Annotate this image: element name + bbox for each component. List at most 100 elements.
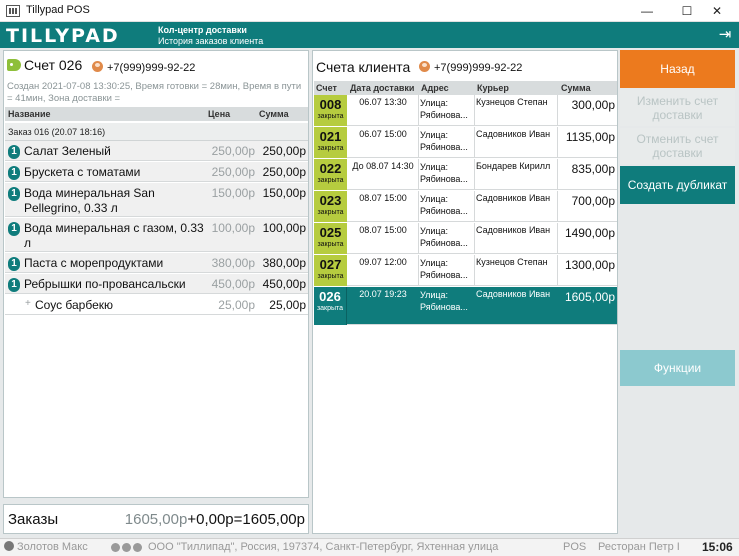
bill-row[interactable]: 008 закрыта 06.07 13:30 Улица: Рябинова..…	[314, 95, 617, 126]
bill-sum: 835,00р	[571, 162, 615, 176]
cancel-bill-button[interactable]: Отменить счет доставки	[620, 128, 735, 164]
item-sum: 380,00р	[262, 256, 306, 270]
qty-badge: 1	[8, 278, 20, 292]
qty-badge: 1	[8, 257, 20, 271]
item-name: Ребрышки по-провансальски	[24, 277, 186, 291]
bill-courier: Садовников Иван	[476, 289, 551, 299]
bill-number-cell: 023 закрыта	[314, 191, 347, 222]
bill-address: Улица: Рябинова...	[420, 290, 468, 312]
item-sum: 100,00р	[262, 221, 306, 235]
order-item-row[interactable]: 1 Паста с морепродуктами 380,00р 380,00р	[5, 253, 308, 273]
client-phone: +7(999)999-92-22	[419, 61, 522, 74]
bill-address: Улица: Рябинова...	[420, 194, 468, 216]
bill-number-cell: 026 закрыта	[314, 287, 347, 325]
col-sum: Сумма	[561, 83, 591, 93]
order-item-row[interactable]: 1 Вода минеральная с газом, 0.33 л 100,0…	[5, 218, 308, 252]
bill-row[interactable]: 025 закрыта 08.07 15:00 Улица: Рябинова..…	[314, 223, 617, 254]
item-name: Вода минеральная с газом, 0.33 л	[24, 221, 204, 250]
bill-address: Улица: Рябинова...	[420, 226, 468, 248]
modifier-row[interactable]: + Соус барбекю 25,00р 25,00р	[5, 295, 308, 315]
orders-total-label: Заказы	[8, 511, 59, 528]
modifier-plus-icon: +	[25, 298, 31, 309]
bill-row[interactable]: 027 закрыта 09.07 12:00 Улица: Рябинова..…	[314, 255, 617, 286]
item-name: Брускета с томатами	[24, 165, 141, 179]
main-area: Счет 026 +7(999)999-92-22 Создан 2021-07…	[0, 48, 739, 538]
client-bills-title: Счета клиента	[316, 59, 411, 75]
modifier-sum: 25,00р	[269, 298, 306, 312]
order-item-row[interactable]: 1 Вода минеральная San Pellegrino, 0.33 …	[5, 183, 308, 217]
bill-row[interactable]: 022 закрыта До 08.07 14:30 Улица: Рябинов…	[314, 159, 617, 190]
item-name: Вода минеральная San Pellegrino, 0.33 л	[24, 186, 155, 215]
clock: 15:06	[702, 540, 733, 554]
bill-number-cell: 027 закрыта	[314, 255, 347, 286]
item-sum: 250,00р	[262, 144, 306, 158]
item-sum: 450,00р	[262, 277, 306, 291]
bill-title: Счет 026	[7, 57, 82, 73]
col-address: Адрес	[421, 83, 449, 93]
order-item-row[interactable]: 1 Ребрышки по-провансальски 450,00р 450,…	[5, 274, 308, 294]
col-sum: Сумма	[259, 109, 289, 119]
bill-row-selected[interactable]: 026 закрыта 20.07 19:23 Улица: Рябинова..…	[314, 287, 617, 325]
create-duplicate-button[interactable]: Создать дубликат	[620, 166, 735, 204]
bill-courier: Садовников Иван	[476, 129, 551, 139]
orders-total-bar: Заказы 1605,00р+0,00р=1605,00р	[3, 504, 309, 534]
bill-date: До 08.07 14:30	[352, 161, 414, 171]
bill-details-panel: Счет 026 +7(999)999-92-22 Создан 2021-07…	[3, 50, 309, 498]
bill-tag-icon	[7, 59, 21, 71]
qty-badge: 1	[8, 222, 20, 236]
item-price: 450,00р	[211, 277, 255, 291]
item-sum: 150,00р	[262, 186, 306, 200]
bill-sum: 1300,00р	[564, 258, 615, 272]
bill-address: Улица: Рябинова...	[420, 130, 468, 152]
item-name: Паста с морепродуктами	[24, 256, 164, 270]
status-icon-2	[122, 543, 131, 552]
bill-date: 08.07 15:00	[359, 225, 407, 235]
item-price: 250,00р	[211, 144, 255, 158]
current-user: Золотов Макс	[4, 541, 88, 553]
bill-date: 09.07 12:00	[359, 257, 407, 267]
bill-number-cell: 008 закрыта	[314, 95, 347, 126]
bill-sum: 1135,00р	[565, 130, 615, 144]
back-button[interactable]: Назад	[620, 50, 735, 88]
bill-address: Улица: Рябинова...	[420, 258, 468, 280]
bill-sum: 300,00р	[571, 98, 615, 112]
bill-date: 20.07 19:23	[359, 289, 407, 299]
minimize-button[interactable]: —	[625, 0, 669, 22]
item-price: 150,00р	[211, 186, 255, 200]
qty-badge: 1	[8, 145, 20, 159]
order-item-row[interactable]: 1 Брускета с томатами 250,00р 250,00р	[5, 162, 308, 182]
bill-address: Улица: Рябинова...	[420, 98, 468, 120]
order-item-row[interactable]: 1 Салат Зеленый 250,00р 250,00р	[5, 141, 308, 161]
edit-bill-button[interactable]: Изменить счет доставки	[620, 90, 735, 126]
col-price: Цена	[208, 109, 231, 119]
bill-sum: 1605,00р	[564, 290, 615, 304]
col-date: Дата доставки	[350, 83, 415, 93]
col-name: Название	[8, 109, 51, 119]
bill-number-cell: 021 закрыта	[314, 127, 347, 158]
close-button[interactable]: ✕	[695, 0, 739, 22]
person-icon	[92, 61, 103, 72]
exit-icon[interactable]: ⇥	[716, 26, 734, 44]
bill-courier: Кузнецов Степан	[476, 257, 548, 267]
restaurant-name: Ресторан Петр I	[598, 541, 680, 553]
functions-button[interactable]: Функции	[620, 350, 735, 386]
bill-number-cell: 022 закрыта	[314, 159, 347, 190]
bill-date: 08.07 15:00	[359, 193, 407, 203]
col-bill: Счет	[316, 83, 337, 93]
bill-address: Улица: Рябинова...	[420, 162, 468, 184]
order-group-header[interactable]: Заказ 016 (20.07 18:16)	[5, 123, 308, 141]
status-icon-1	[111, 543, 120, 552]
header-module-title: Кол-центр доставки	[158, 25, 247, 35]
tillypad-logo: TILLYPAD	[6, 25, 120, 47]
bills-grid-header: Счет Дата доставки Адрес Курьер Сумма	[314, 81, 617, 95]
company-info: ООО "Тиллипад", Россия, 197374, Санкт-Пе…	[148, 541, 499, 553]
bill-courier: Садовников Иван	[476, 193, 551, 203]
user-icon	[4, 541, 14, 551]
bill-row[interactable]: 023 закрыта 08.07 15:00 Улица: Рябинова..…	[314, 191, 617, 222]
status-icon-3	[133, 543, 142, 552]
qty-badge: 1	[8, 166, 20, 180]
bill-row[interactable]: 021 закрыта 06.07 15:00 Улица: Рябинова..…	[314, 127, 617, 158]
status-bar: Золотов Макс ООО "Тиллипад", Россия, 197…	[0, 538, 739, 556]
bill-courier: Бондарев Кирилл	[476, 161, 551, 171]
bill-info: Создан 2021-07-08 13:30:25, Время готовк…	[7, 81, 302, 104]
